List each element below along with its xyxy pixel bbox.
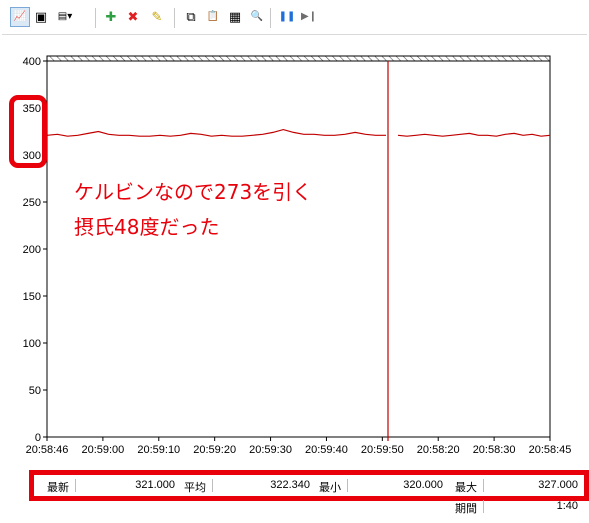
stat-divider <box>212 479 213 492</box>
toolbar-separator <box>95 8 96 28</box>
y-tick-label: 150 <box>23 291 41 303</box>
stat-avg-value: 322.340 <box>270 479 310 491</box>
annotation-line-1: ケルビンなので273を引く <box>74 180 313 204</box>
line-chart-icon: 📈 <box>13 11 27 22</box>
y-tick-label: 200 <box>23 244 41 256</box>
step-forward-icon: ▶❙ <box>300 11 318 22</box>
pencil-icon: ✎ <box>151 9 163 24</box>
close-icon: ✖ <box>127 9 139 24</box>
paste-icon: 📋 <box>206 11 220 22</box>
magnifier-icon: 🔍 <box>250 11 264 22</box>
x-tick-label: 20:59:10 <box>137 444 180 456</box>
pause-button[interactable]: ❚❚ <box>278 8 296 26</box>
x-tick-label: 20:59:40 <box>305 444 348 456</box>
stat-min-label: 最小 <box>319 482 341 494</box>
plus-icon: ✚ <box>105 9 117 24</box>
toolbar-separator <box>174 8 175 28</box>
x-tick-label: 20:59:00 <box>81 444 124 456</box>
stat-divider <box>75 479 76 492</box>
properties-button[interactable]: ▦ <box>226 8 244 26</box>
histogram-view-button[interactable]: ▣ <box>32 8 50 26</box>
paste-button[interactable]: 📋 <box>204 8 222 26</box>
stat-max-value: 327.000 <box>538 479 578 491</box>
report-view-button[interactable]: ▤▾ <box>56 8 74 26</box>
stat-last-label: 最新 <box>47 482 69 494</box>
properties-icon: ▦ <box>228 9 242 24</box>
add-counter-button[interactable]: ✚ <box>102 8 120 26</box>
copy-button[interactable]: ⧉ <box>182 8 200 26</box>
stat-divider <box>483 479 484 492</box>
next-button[interactable]: ▶❙ <box>300 8 318 26</box>
x-tick-label: 20:58:46 <box>26 444 69 456</box>
x-tick-label: 20:58:45 <box>529 444 572 456</box>
x-tick-label: 20:59:20 <box>193 444 236 456</box>
stat-last-value: 321.000 <box>135 479 175 491</box>
y-axis-highlight-box <box>9 95 47 168</box>
x-tick-label: 20:58:20 <box>417 444 460 456</box>
chart-area: 0 50 100 150 200 250 300 350 400 20:58:46 20:59:00… <box>0 36 589 466</box>
x-tick-label: 20:59:50 <box>361 444 404 456</box>
x-tick-label: 20:59:30 <box>249 444 292 456</box>
stat-divider <box>347 479 348 492</box>
cube-icon: ▣ <box>34 9 48 24</box>
y-tick-label: 250 <box>23 197 41 209</box>
delete-counter-button[interactable]: ✖ <box>124 8 142 26</box>
stat-max-label: 最大 <box>455 482 477 494</box>
pause-icon: ❚❚ <box>278 11 296 22</box>
x-tick-label: 20:58:30 <box>473 444 516 456</box>
stat-duration-label: 期間 <box>455 503 477 515</box>
chevron-down-icon: ▤▾ <box>57 11 73 22</box>
stat-duration-value: 1:40 <box>556 500 578 512</box>
annotation-line-2: 摂氏48度だった <box>74 215 220 239</box>
copy-icon: ⧉ <box>186 9 196 24</box>
toolbar-separator <box>270 8 271 28</box>
stat-divider <box>483 500 484 513</box>
stat-min-value: 320.000 <box>403 479 443 491</box>
plot-frame <box>46 60 551 438</box>
y-tick-label: 50 <box>29 385 41 397</box>
stat-avg-label: 平均 <box>184 482 206 494</box>
highlight-button[interactable]: ✎ <box>148 8 166 26</box>
y-tick-label: 400 <box>23 56 41 68</box>
graph-view-button[interactable]: 📈 <box>10 7 30 27</box>
chart-top-band <box>46 55 551 62</box>
toolbar: 📈 ▣ ▤▾ ✚ ✖ ✎ ⧉ 📋 ▦ 🔍 ❚❚ ▶❙ <box>2 2 587 35</box>
y-tick-label: 100 <box>23 338 41 350</box>
y-tick-label: 0 <box>35 432 41 444</box>
line-chart: 05010015020025030035040020:58:46 20:59:00… <box>23 55 572 456</box>
zoom-button[interactable]: 🔍 <box>248 8 266 26</box>
